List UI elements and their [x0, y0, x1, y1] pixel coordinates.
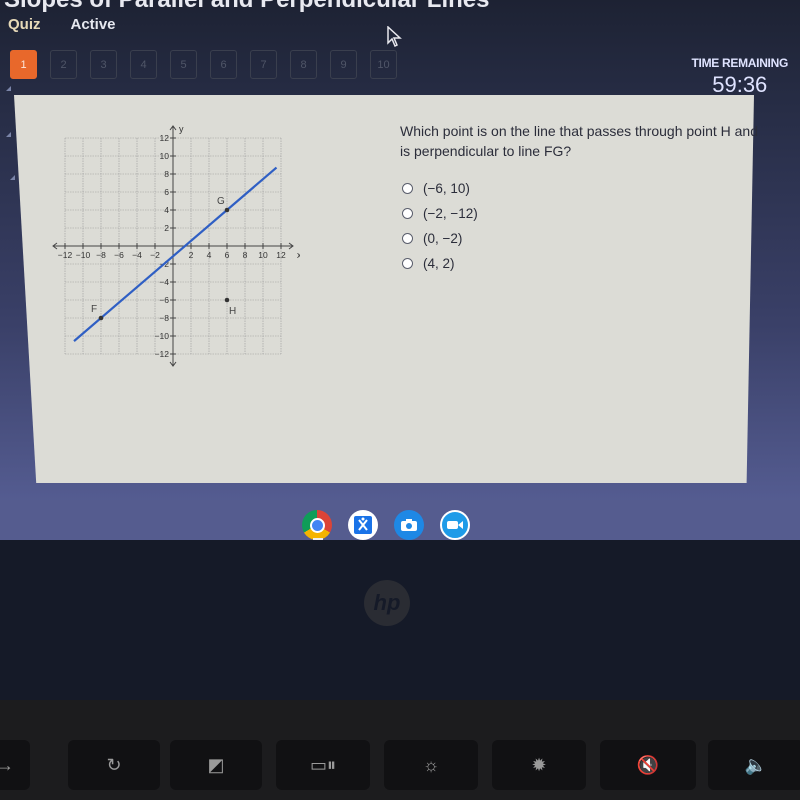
point-f [98, 315, 104, 321]
forward-key-icon: → [0, 740, 30, 790]
x-tick-label: 12 [276, 250, 286, 260]
x-tick-label: −6 [114, 250, 124, 260]
question-number-6[interactable]: 6 [210, 50, 237, 79]
y-tick-label: −10 [155, 331, 170, 341]
side-arrow-icon [6, 86, 11, 91]
screen: Slopes of Parallel and Perpendicular Lin… [0, 0, 800, 540]
y-tick-label: 6 [164, 187, 169, 197]
answer-options: (−6, 10) (−2, −12) (0, −2) (4, 2) [402, 176, 478, 276]
question-number-8[interactable]: 8 [290, 50, 317, 79]
point-label-f: F [91, 304, 97, 315]
side-arrow-icon [6, 132, 11, 137]
answer-option[interactable]: (0, −2) [402, 226, 478, 251]
mouse-cursor-icon [387, 26, 402, 48]
question-number-5[interactable]: 5 [170, 50, 197, 79]
x-tick-label: 10 [258, 250, 268, 260]
overview-key-icon: ▭⏸ [276, 740, 370, 790]
timer-value: 59:36 [712, 72, 768, 97]
x-tick-label: 8 [243, 250, 248, 260]
coordinate-graph: −12−10−8−6−4−22468101212108642−2−4−6−8−1… [52, 124, 300, 367]
x-tick-label: 2 [189, 250, 194, 260]
y-tick-label: 8 [164, 169, 169, 179]
x-tick-label: −8 [96, 250, 106, 260]
x-tick-label: −10 [76, 250, 91, 260]
fullscreen-key-icon: ◩ [170, 740, 262, 790]
point-h [224, 297, 230, 303]
brightness-up-key-icon: ✹ [492, 740, 586, 790]
question-number-1[interactable]: 1 [10, 50, 37, 79]
volume-key-icon: 🔈 [708, 740, 800, 790]
timer-label: TIME REMAINING [691, 56, 789, 70]
shelf [302, 510, 470, 540]
x-tick-label: −12 [58, 250, 73, 260]
side-arrow-icon [10, 175, 15, 180]
point-g [224, 207, 230, 213]
radio-button[interactable] [402, 233, 413, 244]
timer: TIME REMAINING 59:36 [691, 56, 789, 98]
radio-button[interactable] [402, 183, 413, 194]
hp-logo: hp [364, 580, 410, 626]
x-tick-label: 6 [225, 250, 230, 260]
y-tick-label: −8 [159, 313, 169, 323]
question-number-10[interactable]: 10 [370, 50, 397, 79]
answer-option-label: (4, 2) [423, 256, 455, 271]
question-number-2[interactable]: 2 [50, 50, 77, 79]
nav-quiz[interactable]: Quiz [8, 16, 41, 33]
refresh-key-icon: ↻ [68, 740, 160, 790]
question-number-4[interactable]: 4 [130, 50, 157, 79]
page-title: Slopes of Parallel and Perpendicular Lin… [4, 0, 489, 14]
answer-option-label: (−6, 10) [423, 181, 470, 196]
answer-option[interactable]: (−2, −12) [402, 201, 478, 226]
y-tick-label: 12 [160, 133, 170, 143]
x-tick-label: 4 [207, 250, 212, 260]
answer-option-label: (0, −2) [423, 231, 463, 246]
mute-key-icon: 🔇 [600, 740, 696, 790]
y-tick-label: −4 [159, 277, 169, 287]
classroom-app-icon[interactable] [348, 510, 378, 540]
nav-status: Active [70, 16, 116, 33]
brightness-down-key-icon: ☼ [384, 740, 478, 790]
answer-option[interactable]: (4, 2) [402, 251, 478, 276]
question-navigator: 1 2 3 4 5 6 7 8 9 10 [10, 50, 397, 79]
question-number-3[interactable]: 3 [90, 50, 117, 79]
radio-button[interactable] [402, 208, 413, 219]
video-call-icon[interactable] [440, 510, 470, 540]
quiz-nav: Quiz Active [8, 16, 116, 33]
y-tick-label: 2 [164, 223, 169, 233]
answer-option-label: (−2, −12) [423, 206, 478, 221]
point-label-g: G [217, 196, 225, 207]
y-axis-label: y [179, 124, 184, 134]
question-number-9[interactable]: 9 [330, 50, 357, 79]
y-tick-label: 10 [160, 151, 170, 161]
camera-icon[interactable] [394, 510, 424, 540]
answer-option[interactable]: (−6, 10) [402, 176, 478, 201]
x-axis-label: x [297, 250, 300, 260]
y-tick-label: −6 [159, 295, 169, 305]
x-tick-label: −4 [132, 250, 142, 260]
chrome-icon[interactable] [302, 510, 332, 540]
question-text: Which point is on the line that passes t… [400, 123, 758, 159]
radio-button[interactable] [402, 258, 413, 269]
y-tick-label: −12 [155, 349, 170, 359]
y-tick-label: 4 [164, 205, 169, 215]
question-number-7[interactable]: 7 [250, 50, 277, 79]
point-label-h: H [229, 306, 236, 317]
